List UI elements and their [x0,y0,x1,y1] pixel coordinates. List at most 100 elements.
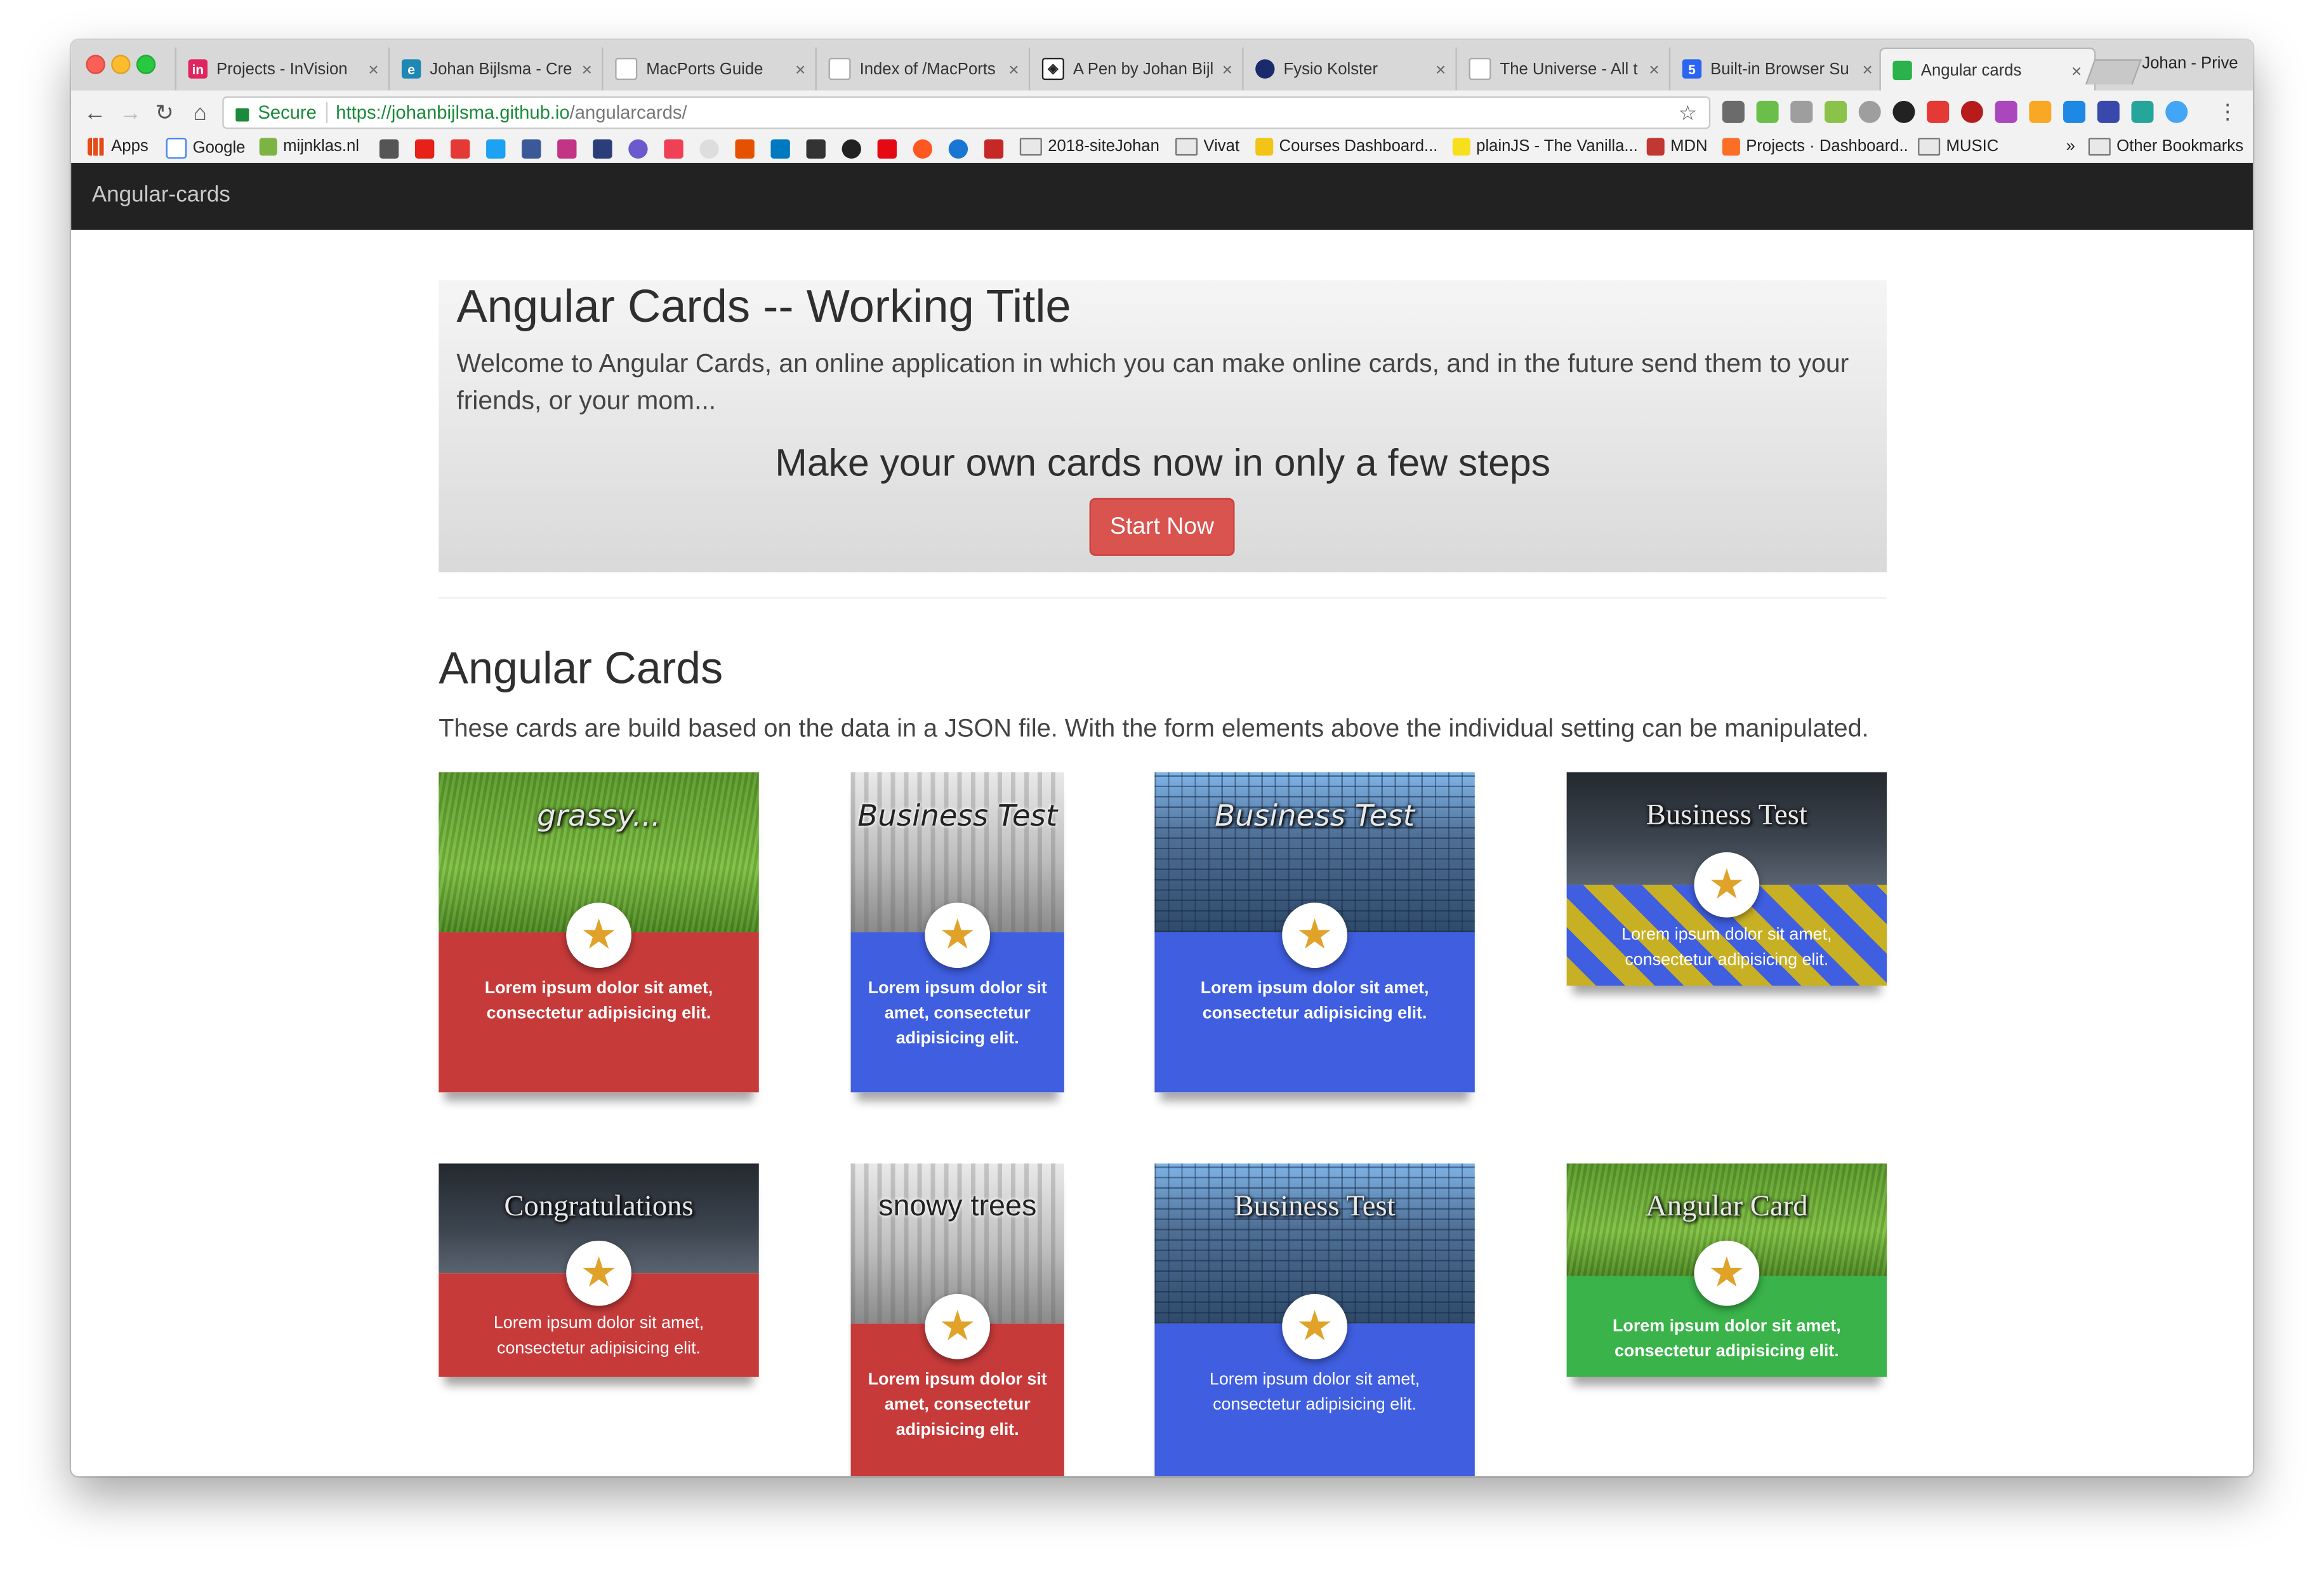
new-tab-button[interactable] [2085,59,2142,85]
news-icon[interactable] [593,139,612,159]
close-tab-icon[interactable]: × [1645,58,1663,79]
address-bar[interactable]: Secure https://johanbijlsma.github.io/an… [222,96,1711,129]
close-tab-icon[interactable]: × [1432,58,1449,79]
close-tab-icon[interactable]: × [2068,60,2085,81]
bookmark-mijnklas[interactable]: mijnklas.nl [259,138,359,156]
fysio-icon [1255,59,1275,79]
info-extension-icon[interactable] [2097,100,2120,123]
card-business-test-tower-2[interactable]: Business Test Lorem ipsum dolor sit amet… [1154,1163,1475,1477]
start-now-button[interactable]: Start Now [1089,498,1235,556]
chart-extension-icon[interactable] [2131,100,2154,123]
instagram-icon[interactable] [557,139,577,159]
bookmark-music[interactable]: MUSIC [1918,138,1998,156]
bookmark-courses-dashboard[interactable]: Courses Dashboard... [1255,138,1437,156]
star-icon[interactable]: ★ [1282,1293,1347,1359]
pocket-icon[interactable] [664,139,683,159]
facebook-icon[interactable] [522,139,541,159]
profile-name[interactable]: Johan - Prive [2142,55,2238,72]
tab-the-universe[interactable]: The Universe - All t × [1455,47,1672,91]
tab-fysio-kolster[interactable]: Fysio Kolster × [1242,47,1458,91]
tab-johan-bijlsma[interactable]: e Johan Bijlsma - Cre × [388,47,605,91]
bookmark-other[interactable]: Other Bookmarks [2088,138,2243,156]
close-tab-icon[interactable]: × [1218,58,1236,79]
reload-icon[interactable]: ↻ [150,98,180,128]
bookmark-2018-sitejohan[interactable]: 2018-siteJohan [1019,138,1159,156]
close-tab-icon[interactable]: × [365,58,383,79]
card-business-test-snow[interactable]: Business Test Lorem ipsum dolor sit amet… [850,772,1064,1093]
youtube-icon[interactable] [414,139,435,159]
spotify-icon[interactable] [842,139,861,159]
forward-arrow-icon[interactable]: → [116,98,145,128]
trello-icon[interactable] [770,139,790,159]
chrome-icon[interactable] [699,139,719,159]
download-icon[interactable] [379,139,399,159]
back-arrow-icon[interactable]: ← [80,98,110,128]
mijnklas-icon [259,138,277,156]
card-angular-card[interactable]: Angular Card Lorem ipsum dolor sit amet,… [1566,1163,1887,1377]
bookmark-overflow[interactable]: » [2066,138,2075,155]
star-icon[interactable]: ★ [1694,1240,1760,1306]
home-icon[interactable]: ⌂ [185,98,215,128]
bookmark-google[interactable]: Google [166,138,245,159]
star-icon[interactable]: ★ [1694,852,1760,918]
star-icon[interactable]: ★ [1282,902,1347,968]
tab-angular-cards[interactable]: Angular cards × [1879,47,2096,92]
tab-invision[interactable]: in Projects - InVision × [175,47,392,91]
bookmark-plainjs[interactable]: plainJS - The Vanilla... [1452,138,1638,156]
tab-label: Angular cards [1920,61,2022,79]
mail-icon[interactable] [806,139,826,159]
folder-icon [1175,138,1198,156]
tab-codepen[interactable]: ◈ A Pen by Johan Bijl × [1028,47,1245,91]
close-tab-icon[interactable]: × [791,58,809,79]
close-tab-icon[interactable]: × [1859,58,1877,79]
card-congratulations[interactable]: Congratulations Lorem ipsum dolor sit am… [439,1163,759,1377]
card-grassy[interactable]: grassy... Lorem ipsum dolor sit amet, co… [439,772,759,1093]
star-icon[interactable]: ★ [925,1293,991,1359]
shazam-icon[interactable] [948,139,968,159]
google-icon [166,138,187,159]
card-business-test-tower[interactable]: Business Test Lorem ipsum dolor sit amet… [1154,772,1475,1093]
skype-extension-icon[interactable] [2063,100,2086,123]
minimize-window-button[interactable] [111,55,131,74]
m-icon[interactable] [984,139,1004,159]
star-icon[interactable]: ★ [566,902,631,968]
bookmark-mdn[interactable]: MDN [1646,138,1708,156]
grid-extension-icon[interactable] [1825,100,1847,123]
page-content: Angular Cards -- Working Title Welcome t… [71,230,2253,1477]
puzzle-extension-icon[interactable] [1756,100,1779,123]
close-window-button[interactable] [86,55,105,74]
netflix-icon[interactable] [877,139,897,159]
calendar-extension-icon[interactable] [2029,100,2052,123]
star-icon[interactable]: ★ [566,1240,631,1306]
check-extension-icon[interactable] [2165,100,2188,123]
fullscreen-window-button[interactable] [136,55,156,74]
tab-built-in-browser[interactable]: 5 Built-in Browser Su × [1668,47,1885,91]
bookmark-apps[interactable]: Apps [87,138,149,156]
card-business-test-hazard[interactable]: Business Test Lorem ipsum dolor sit amet… [1566,772,1887,986]
ghost-extension-icon[interactable] [1858,100,1881,123]
camera-extension-icon[interactable] [1790,100,1813,123]
github-extension-icon[interactable] [1892,100,1915,123]
card-title: Angular Card [1646,1190,1808,1223]
paint-extension-icon[interactable] [1995,100,2017,123]
color-extension-icon[interactable] [1927,100,1950,123]
browser-window: in Projects - InVision × e Johan Bijlsma… [71,40,2253,1477]
close-tab-icon[interactable]: × [578,58,596,79]
ublock-extension-icon[interactable] [1960,100,1983,123]
stack-icon[interactable] [628,139,648,159]
twitter-icon[interactable] [486,139,506,159]
star-icon[interactable]: ★ [925,902,991,968]
record-icon[interactable] [913,139,933,159]
flipboard-icon[interactable] [450,139,470,159]
card-snowy-trees[interactable]: snowy trees Lorem ipsum dolor sit amet, … [850,1163,1064,1477]
pocket-extension-icon[interactable] [1722,100,1745,123]
bookmark-projects-dashboard[interactable]: Projects · Dashboard.. [1722,138,1908,156]
tab-macports-guide[interactable]: MacPorts Guide × [602,47,818,91]
navbar-brand[interactable]: Angular-cards [92,182,230,208]
close-tab-icon[interactable]: × [1005,58,1022,79]
tab-index-macports[interactable]: Index of /MacPorts × [815,47,1032,91]
bookmark-vivat[interactable]: Vivat [1175,138,1239,156]
bookmark-star-icon[interactable]: ☆ [1679,101,1697,126]
menu-kebab-icon[interactable]: ⋮ [2217,99,2238,124]
blogger-icon[interactable] [735,139,755,159]
